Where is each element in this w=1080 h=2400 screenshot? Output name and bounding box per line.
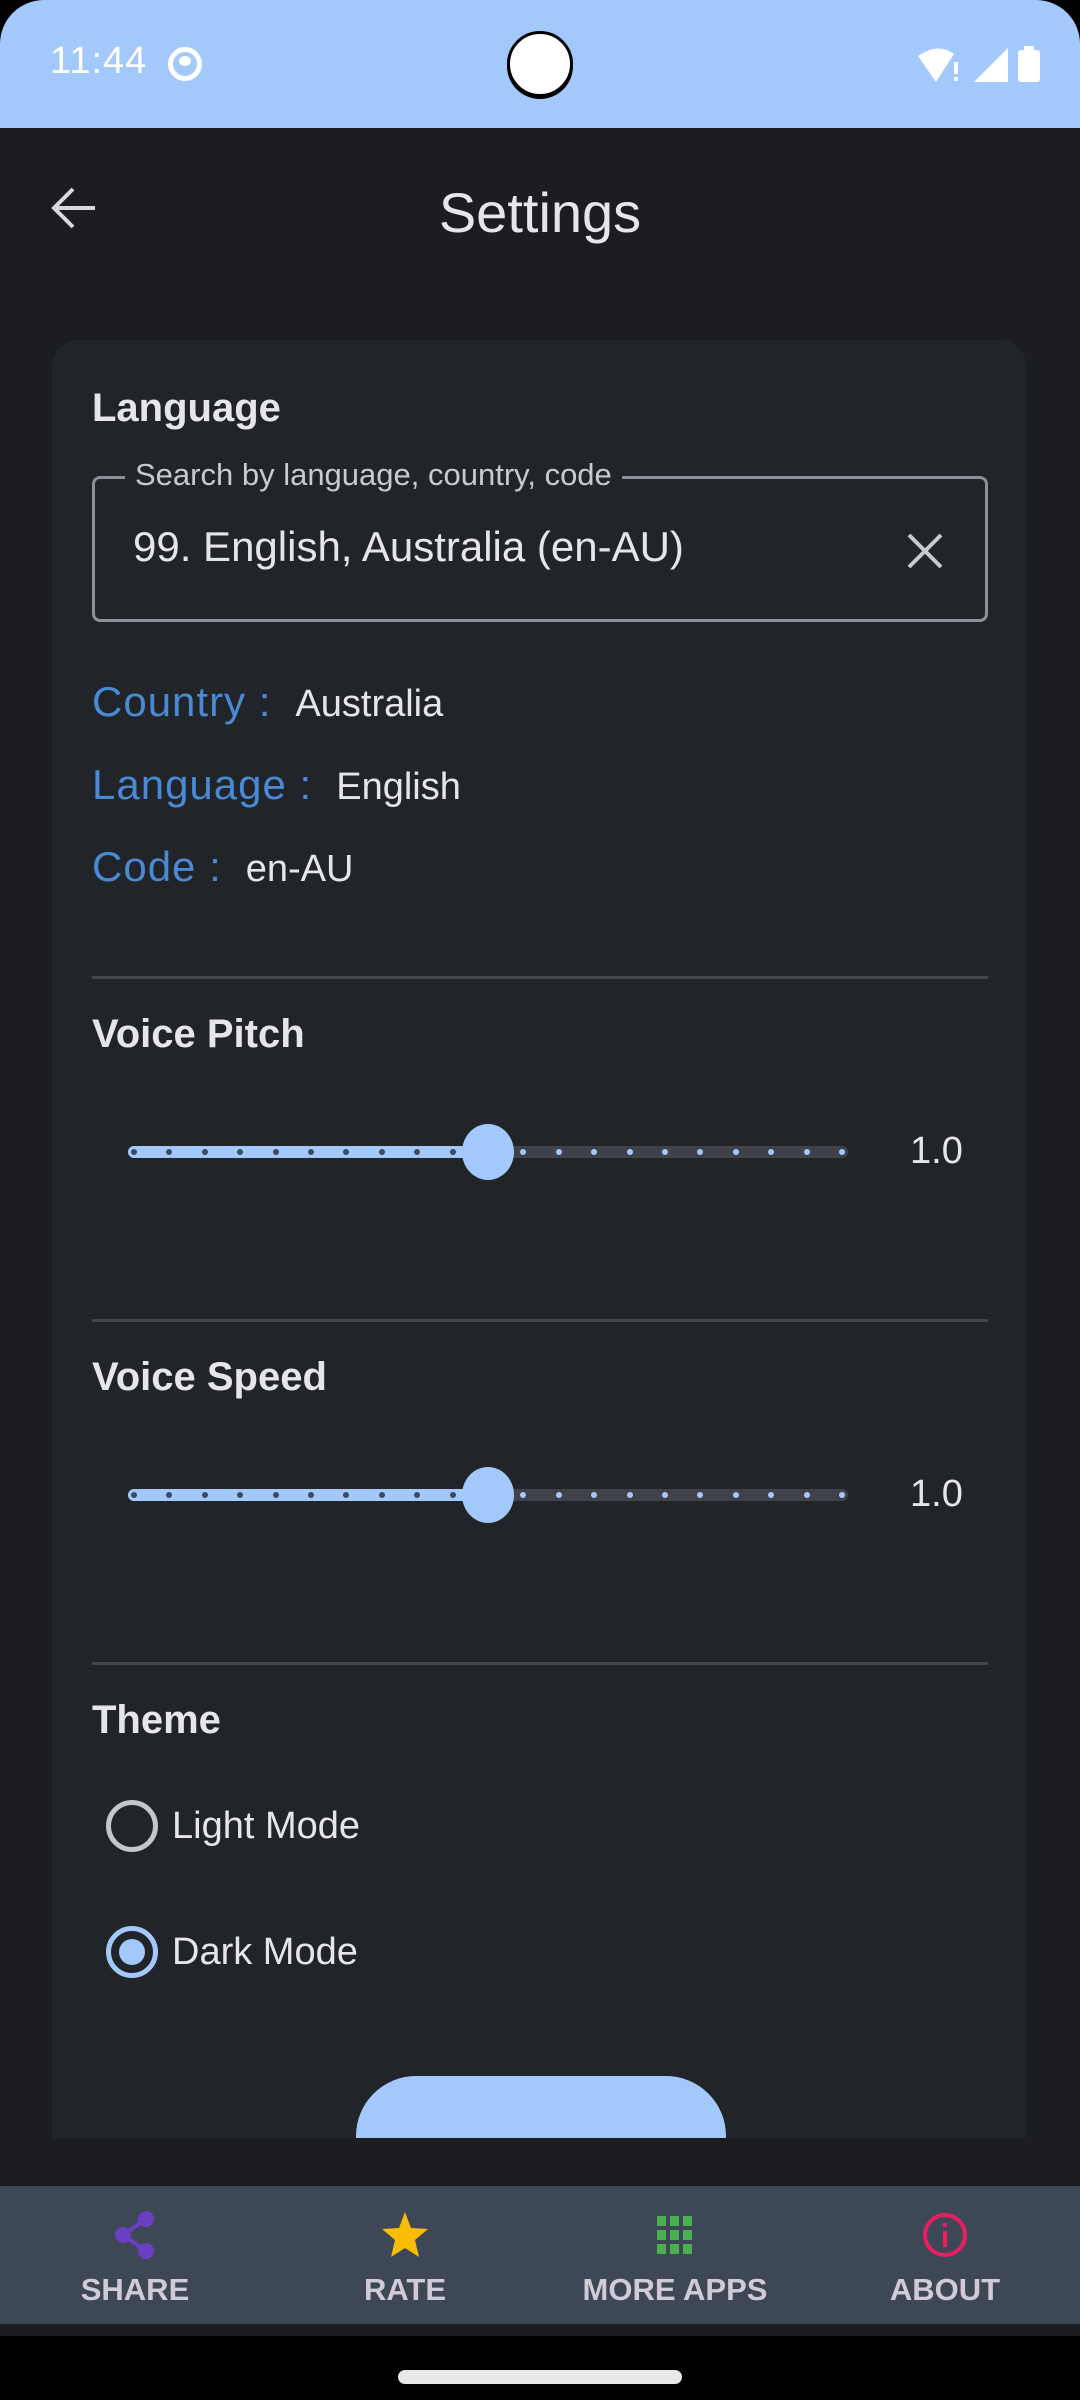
dark-mode-label: Dark Mode [172, 1930, 358, 1973]
dark-mode-option[interactable]: Dark Mode [106, 1926, 358, 1978]
camera-cutout [507, 31, 573, 97]
voice-speed-slider[interactable] [128, 1465, 848, 1525]
slider-tick [201, 1149, 208, 1155]
light-mode-label: Light Mode [172, 1804, 361, 1847]
nav-more-apps-label: MORE APPS [582, 2272, 768, 2307]
slider-tick [378, 1149, 385, 1155]
slider-tick [555, 1492, 562, 1498]
slider-tick [732, 1492, 739, 1498]
country-row: Country : Australia [92, 678, 443, 726]
language-value: English [336, 766, 461, 808]
voice-speed-title: Voice Speed [92, 1355, 327, 1399]
star-icon [382, 2212, 428, 2257]
app-notification-icon [168, 47, 202, 81]
settings-card: Language Search by language, country, co… [52, 340, 1026, 2138]
slider-tick [131, 1149, 137, 1155]
slider-tick [732, 1149, 739, 1155]
clear-button[interactable] [901, 527, 949, 575]
slider-tick [662, 1149, 668, 1155]
language-row: Language : English [92, 761, 461, 809]
slider-tick [626, 1149, 633, 1155]
dark-mode-radio[interactable] [106, 1926, 158, 1978]
nav-more-apps[interactable]: MORE APPS [540, 2186, 810, 2324]
code-row: Code : en-AU [92, 843, 353, 891]
code-value: en-AU [245, 848, 354, 890]
slider-thumb[interactable] [462, 1467, 514, 1523]
info-icon [923, 2213, 967, 2257]
country-label: Country : [92, 678, 272, 725]
voice-pitch-slider[interactable] [128, 1122, 848, 1182]
nav-about-label: ABOUT [889, 2272, 1001, 2307]
nav-rate[interactable]: RATE [270, 2186, 540, 2324]
slider-tick [839, 1149, 845, 1155]
gesture-area [0, 2336, 1080, 2400]
home-gesture-bar[interactable] [398, 2370, 682, 2384]
close-icon [907, 533, 943, 569]
app-header: Settings [0, 128, 1080, 328]
language-search-label: Search by language, country, code [125, 457, 622, 493]
apps-grid-icon [657, 2216, 692, 2254]
slider-tick [662, 1492, 668, 1498]
language-search-field[interactable]: Search by language, country, code [92, 457, 988, 622]
slider-tick [272, 1492, 279, 1498]
theme-title: Theme [92, 1698, 221, 1742]
voice-speed-value: 1.0 [910, 1473, 963, 1515]
language-search-input[interactable] [133, 523, 893, 571]
cellular-signal-icon [974, 48, 1008, 82]
nav-rate-label: RATE [363, 2272, 447, 2307]
slider-tick [449, 1492, 456, 1498]
screen: 11:44 Settings Language Search by langua… [0, 0, 1080, 2400]
nav-about[interactable]: ABOUT [810, 2186, 1080, 2324]
slider-tick [449, 1149, 456, 1155]
code-label: Code : [92, 843, 222, 890]
bottom-nav: SHARE RATE MORE APPS ABOUT [0, 2186, 1080, 2324]
status-bar: 11:44 [0, 0, 1080, 128]
voice-pitch-value: 1.0 [910, 1130, 963, 1172]
divider [92, 976, 988, 979]
battery-icon [1018, 46, 1040, 82]
language-section-title: Language [92, 386, 281, 430]
slider-tick [308, 1492, 314, 1498]
slider-tick [201, 1492, 208, 1498]
share-icon [115, 2211, 154, 2259]
slider-tick [378, 1492, 385, 1498]
slider-tick [272, 1149, 279, 1155]
country-value: Australia [295, 683, 444, 725]
light-mode-radio[interactable] [106, 1800, 158, 1852]
slider-tick [839, 1492, 845, 1498]
slider-tick [803, 1492, 810, 1498]
status-icons [918, 46, 1040, 82]
nav-share[interactable]: SHARE [0, 2186, 270, 2324]
wifi-alert-icon [918, 48, 958, 82]
slider-tick [308, 1149, 314, 1155]
slider-tick [555, 1149, 562, 1155]
status-time: 11:44 [50, 40, 148, 82]
divider [92, 1662, 988, 1665]
divider [92, 1319, 988, 1322]
reset-settings-button[interactable]: Reset Settings [356, 2076, 726, 2138]
light-mode-option[interactable]: Light Mode [106, 1800, 360, 1852]
slider-thumb[interactable] [462, 1124, 514, 1180]
language-label: Language : [92, 761, 313, 808]
nav-share-label: SHARE [80, 2272, 190, 2307]
slider-tick [626, 1492, 633, 1498]
page-title: Settings [438, 181, 642, 244]
slider-tick [803, 1149, 810, 1155]
voice-pitch-title: Voice Pitch [92, 1012, 305, 1056]
slider-tick [131, 1492, 137, 1498]
